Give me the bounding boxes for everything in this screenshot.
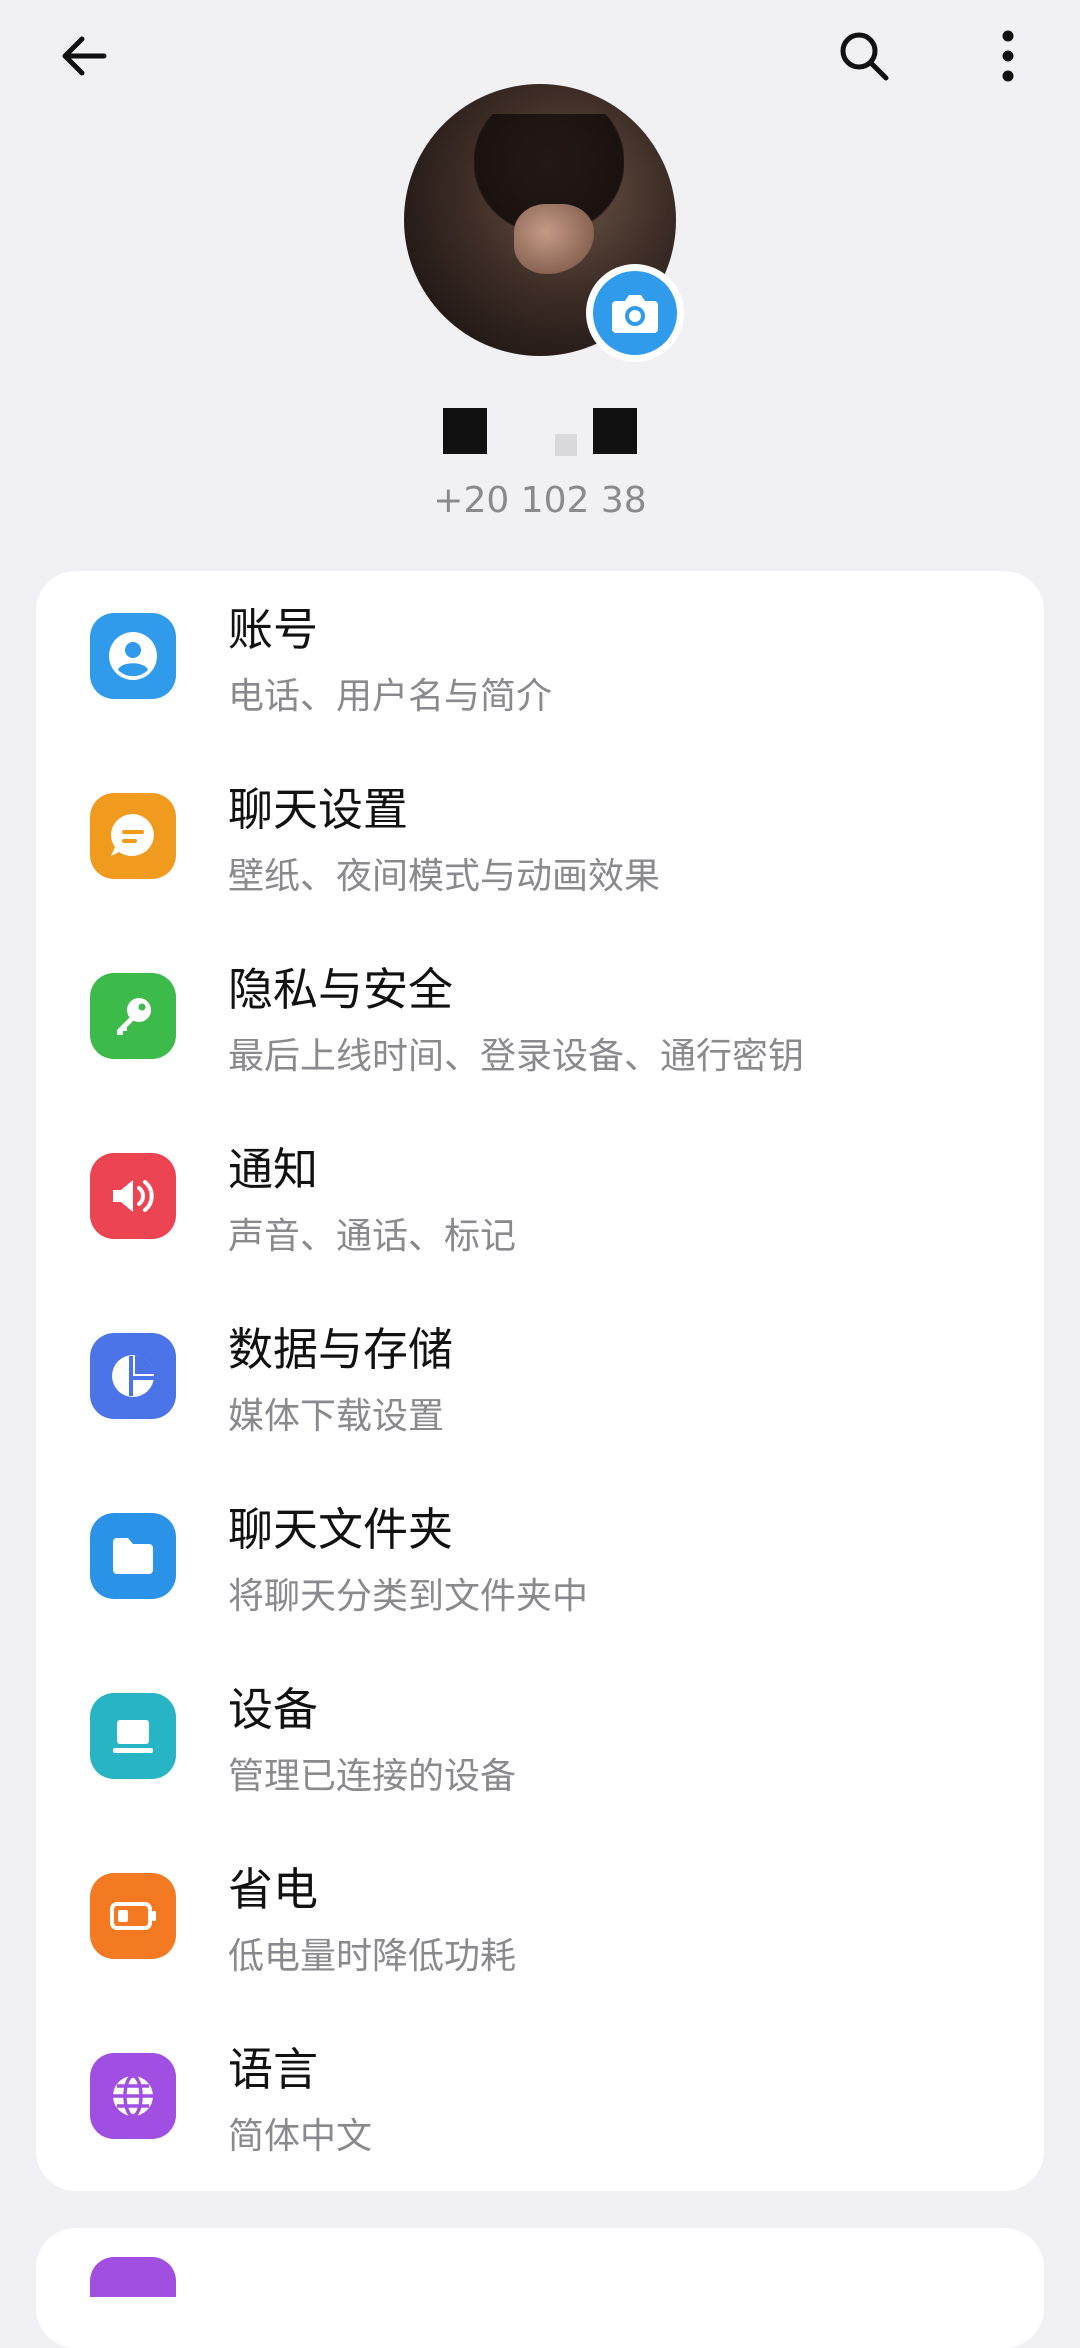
settings-item-title: 账号 (228, 603, 319, 656)
next-item-icon-peek (90, 2257, 176, 2297)
settings-item-title: 通知 (228, 1143, 319, 1196)
settings-item-subtitle: 管理已连接的设备 (228, 1756, 517, 1797)
battery-icon (90, 1873, 176, 1959)
speaker-icon (90, 1153, 176, 1239)
settings-item-notifications[interactable]: 通知 声音、通话、标记 (36, 1111, 1044, 1291)
settings-item-power-saving[interactable]: 省电 低电量时降低功耗 (36, 1831, 1044, 2011)
pie-chart-icon (90, 1333, 176, 1419)
settings-item-subtitle: 媒体下载设置 (228, 1396, 445, 1437)
settings-item-account[interactable]: 账号 电话、用户名与简介 (36, 571, 1044, 751)
settings-item-title: 语言 (228, 2043, 319, 2096)
settings-card-secondary (36, 2228, 1044, 2348)
settings-item-language[interactable]: 语言 简体中文 (36, 2011, 1044, 2191)
search-icon (840, 32, 889, 81)
chat-bubble-icon (90, 793, 176, 879)
settings-item-subtitle: 电话、用户名与简介 (228, 676, 553, 717)
settings-item-devices[interactable]: 设备 管理已连接的设备 (36, 1651, 1044, 1831)
globe-icon (90, 2053, 176, 2139)
profile-phone: +20 102 38 (433, 480, 647, 521)
settings-card: 账号 电话、用户名与简介 聊天设置 壁纸、夜间模式与动画效果 隐私与安全 最后上… (36, 571, 1044, 2191)
settings-item-subtitle: 声音、通话、标记 (228, 1216, 517, 1257)
arrow-left-icon (62, 36, 107, 76)
settings-item-title: 数据与存储 (228, 1323, 454, 1376)
settings-item-title: 隐私与安全 (228, 963, 454, 1016)
settings-item-chat-settings[interactable]: 聊天设置 壁纸、夜间模式与动画效果 (36, 751, 1044, 931)
settings-item-title: 聊天文件夹 (228, 1503, 454, 1556)
laptop-icon (90, 1693, 176, 1779)
camera-icon (612, 295, 658, 333)
settings-item-subtitle: 低电量时降低功耗 (228, 1936, 517, 1977)
settings-item-chat-folders[interactable]: 聊天文件夹 将聊天分类到文件夹中 (36, 1471, 1044, 1651)
settings-item-subtitle: 最后上线时间、登录设备、通行密钥 (228, 1036, 805, 1077)
settings-item-subtitle: 壁纸、夜间模式与动画效果 (228, 856, 661, 897)
settings-item-subtitle: 将聊天分类到文件夹中 (228, 1576, 589, 1617)
more-options-button[interactable] (966, 14, 1050, 98)
settings-item-title: 省电 (228, 1863, 319, 1916)
person-icon (90, 613, 176, 699)
settings-item-title: 设备 (228, 1683, 319, 1736)
back-button[interactable] (42, 14, 126, 98)
set-photo-button[interactable] (586, 264, 684, 362)
more-vertical-icon (1002, 30, 1014, 82)
profile-name-redacted (0, 398, 1080, 456)
settings-item-data-storage[interactable]: 数据与存储 媒体下载设置 (36, 1291, 1044, 1471)
key-icon (90, 973, 176, 1059)
settings-item-subtitle: 简体中文 (228, 2116, 373, 2157)
profile-avatar-area (404, 84, 684, 362)
settings-item-privacy-security[interactable]: 隐私与安全 最后上线时间、登录设备、通行密钥 (36, 931, 1044, 1111)
folder-icon (90, 1513, 176, 1599)
settings-item-title: 聊天设置 (228, 783, 409, 836)
search-button[interactable] (822, 14, 906, 98)
